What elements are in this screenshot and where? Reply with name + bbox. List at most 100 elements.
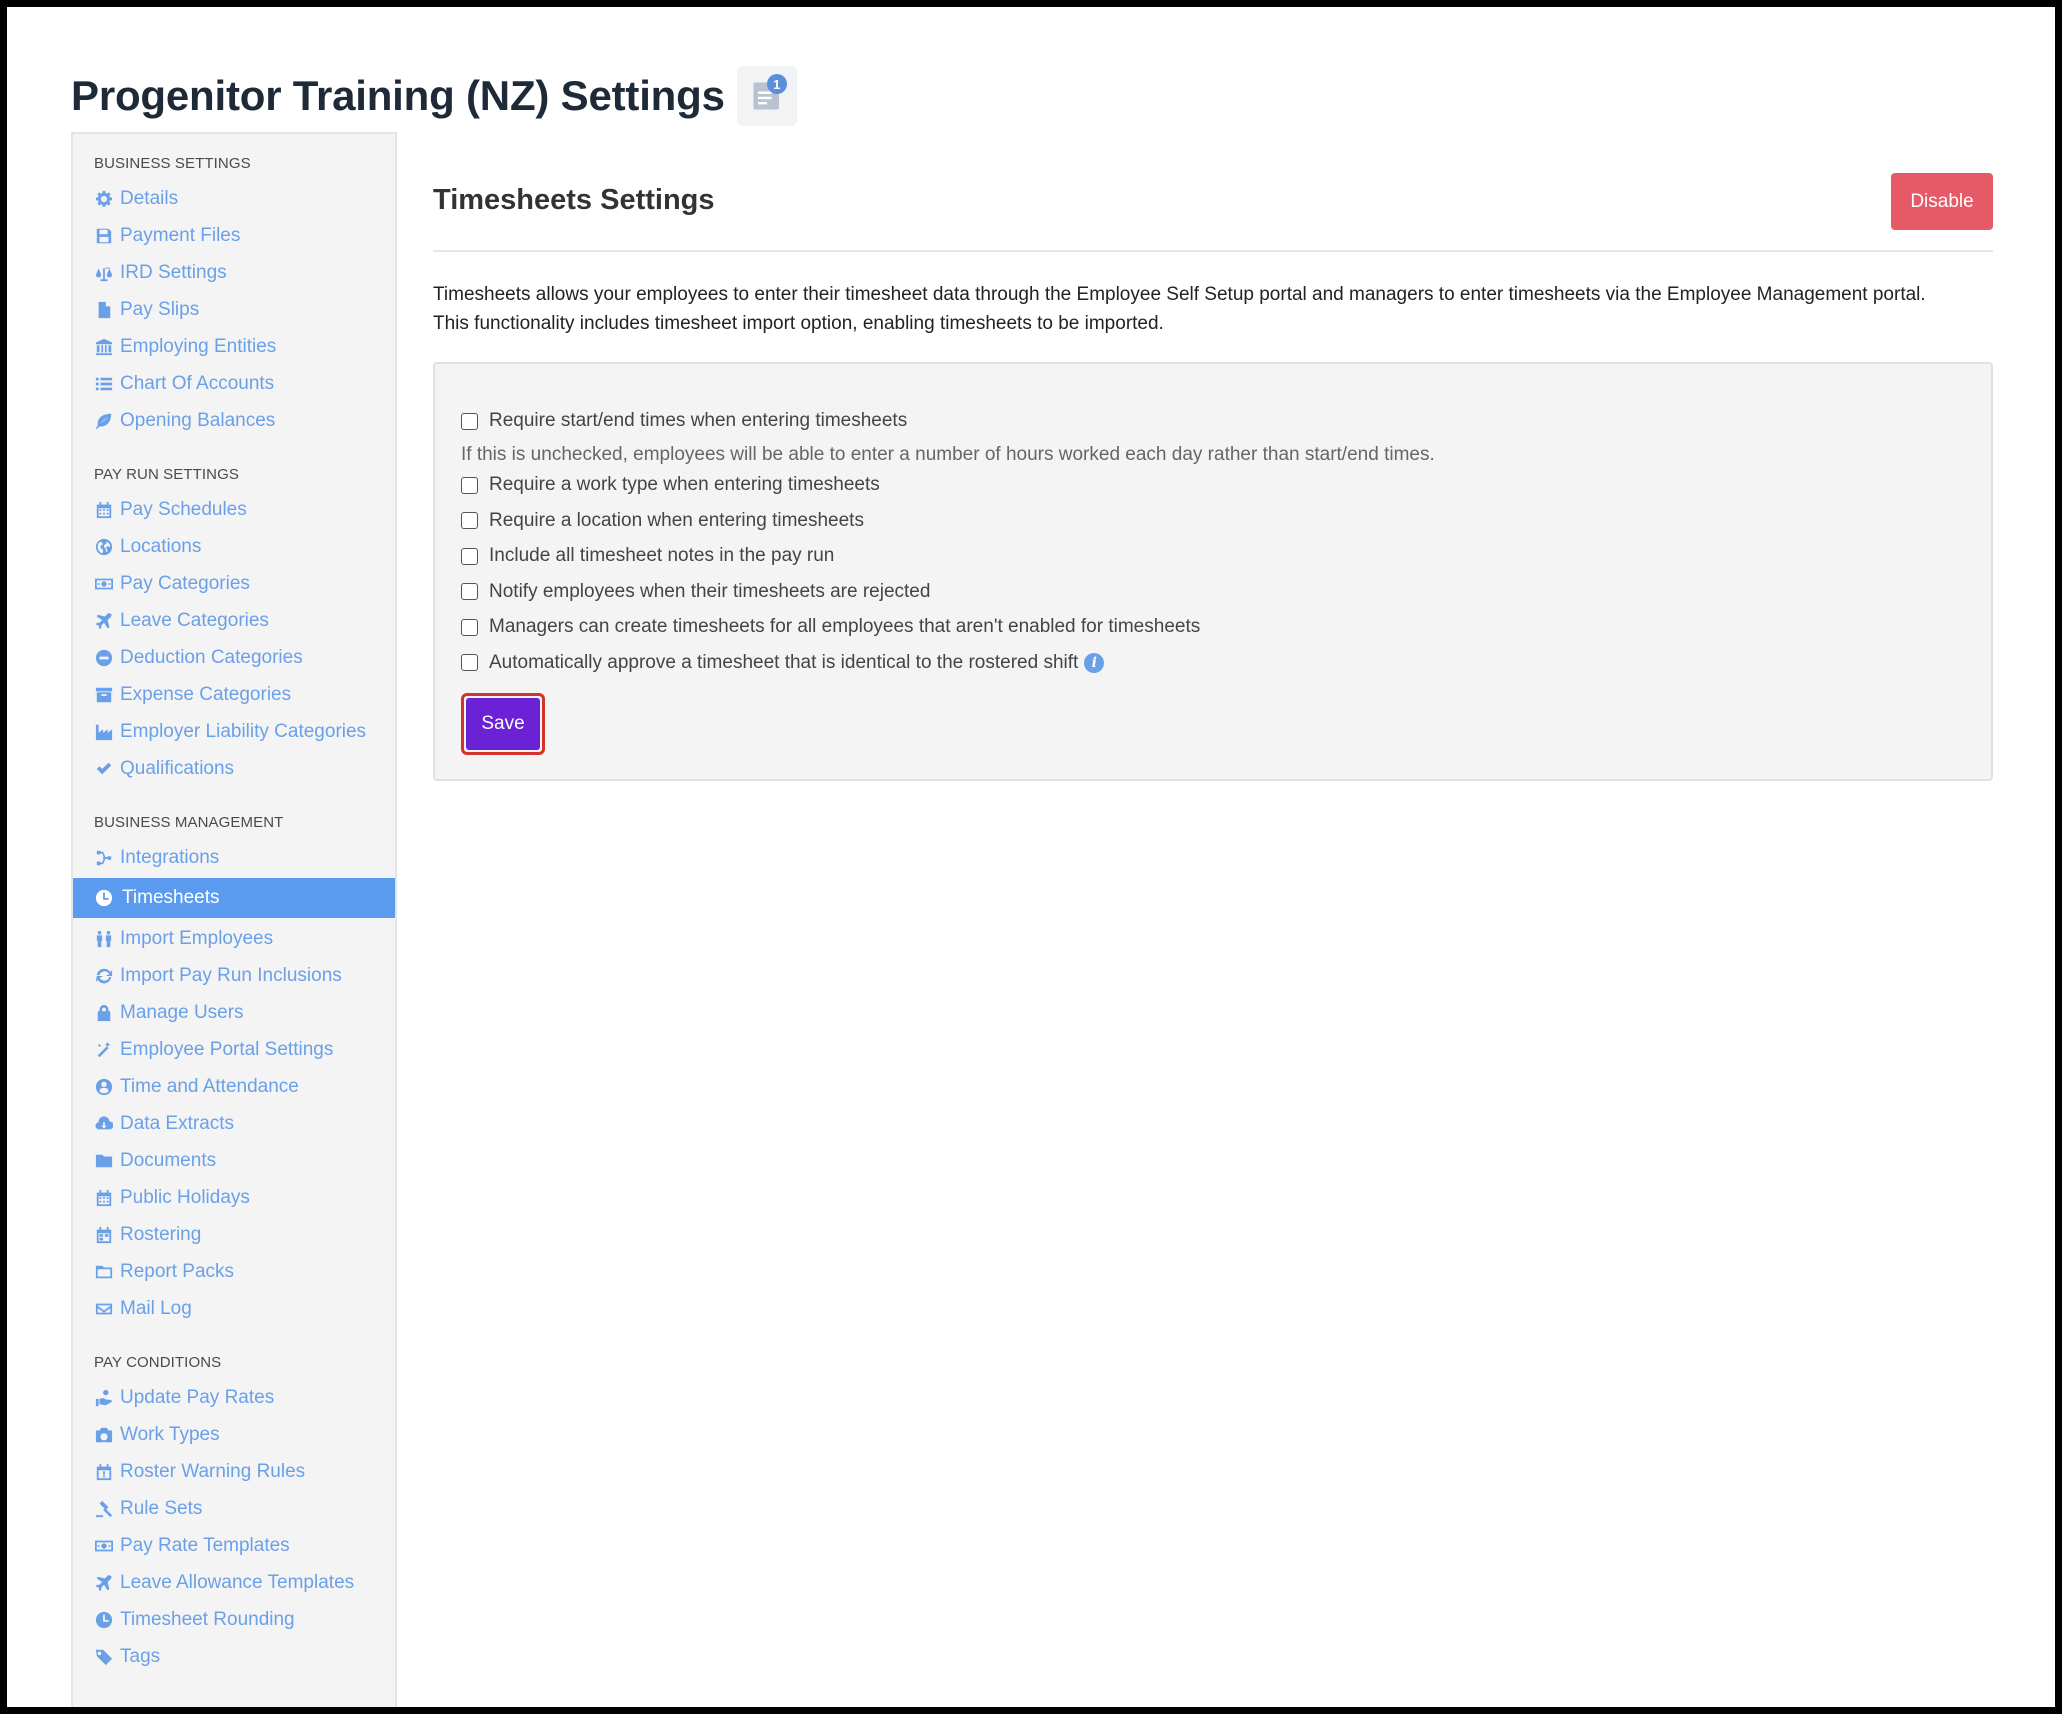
option-require-start-end[interactable]: Require start/end times when entering ti…	[461, 406, 1965, 436]
sidebar-item-manage-users[interactable]: Manage Users	[73, 994, 395, 1031]
sidebar-item-employer-liability-categories[interactable]: Employer Liability Categories	[73, 713, 395, 750]
save-highlight: Save	[461, 692, 545, 755]
scale-icon	[94, 263, 114, 283]
sidebar-item-label: Pay Slips	[120, 298, 200, 320]
sidebar-item-leave-categories[interactable]: Leave Categories	[73, 602, 395, 639]
checkbox[interactable]	[461, 412, 478, 430]
disable-button[interactable]: Disable	[1891, 173, 1993, 230]
sidebar-item-label: Roster Warning Rules	[120, 1460, 306, 1482]
checkbox[interactable]	[461, 583, 478, 600]
sidebar-item-roster-warning-rules[interactable]: Roster Warning Rules	[73, 1453, 395, 1490]
page-header: Progenitor Training (NZ) Settings 1	[71, 65, 797, 127]
sidebar-item-leave-allowance-templates[interactable]: Leave Allowance Templates	[73, 1564, 395, 1601]
plane-icon	[94, 1573, 114, 1593]
plane-icon	[94, 611, 114, 631]
sidebar-item-integrations[interactable]: Integrations	[73, 839, 395, 876]
sidebar-item-label: Time and Attendance	[120, 1075, 299, 1097]
sidebar-item-label: Employing Entities	[120, 335, 277, 357]
checkbox[interactable]	[461, 476, 478, 494]
settings-sidebar: Business Settings Details Payment Files IRD…	[71, 132, 397, 1707]
sidebar-item-label: Rule Sets	[120, 1497, 203, 1519]
calendar-alert-icon	[94, 1462, 114, 1482]
envelope-icon	[94, 1299, 114, 1319]
refresh-icon	[94, 966, 114, 986]
sidebar-item-timesheet-rounding[interactable]: Timesheet Rounding	[73, 1601, 395, 1638]
save-icon	[94, 226, 114, 246]
sidebar-item-pay-schedules[interactable]: Pay Schedules	[73, 491, 395, 528]
sidebar-item-mail-log[interactable]: Mail Log	[73, 1290, 395, 1327]
sidebar-item-label: Employer Liability Categories	[120, 720, 367, 742]
sidebar-item-label: Work Types	[120, 1423, 220, 1445]
option-managers-create[interactable]: Managers can create timesheets for all e…	[461, 612, 1965, 642]
sidebar-item-public-holidays[interactable]: Public Holidays	[73, 1179, 395, 1216]
folder-icon	[94, 1151, 114, 1171]
sidebar-section-heading: Pay Run Settings	[94, 466, 239, 483]
sidebar-item-ird-settings[interactable]: IRD Settings	[73, 254, 395, 291]
bank-icon	[94, 337, 114, 357]
sidebar-item-employing-entities[interactable]: Employing Entities	[73, 328, 395, 365]
option-include-notes[interactable]: Include all timesheet notes in the pay r…	[461, 541, 1965, 571]
sidebar-item-pay-rate-templates[interactable]: Pay Rate Templates	[73, 1527, 395, 1564]
info-icon[interactable]: i	[1084, 652, 1105, 673]
sidebar-item-pay-slips[interactable]: Pay Slips	[73, 291, 395, 328]
checkbox[interactable]	[461, 512, 478, 529]
sidebar-item-data-extracts[interactable]: Data Extracts	[73, 1105, 395, 1142]
sidebar-item-work-types[interactable]: Work Types	[73, 1416, 395, 1453]
option-label: Require a location when entering timeshe…	[489, 509, 864, 531]
calendar-grid-icon	[94, 1225, 114, 1245]
description: Timesheets allows your employees to ente…	[433, 280, 1993, 338]
sidebar-item-label: Leave Allowance Templates	[120, 1571, 355, 1593]
save-button[interactable]: Save	[466, 697, 540, 750]
sidebar-item-import-pay-run-inclusions[interactable]: Import Pay Run Inclusions	[73, 957, 395, 994]
checkbox[interactable]	[461, 654, 478, 671]
sidebar-item-deduction-categories[interactable]: Deduction Categories	[73, 639, 395, 676]
sidebar-section-heading: Business Management	[94, 814, 284, 831]
page-title: Progenitor Training (NZ) Settings	[71, 72, 725, 119]
sidebar-item-qualifications[interactable]: Qualifications	[73, 750, 395, 787]
file-icon	[94, 300, 114, 320]
description-line-1: Timesheets allows your employees to ente…	[433, 284, 1926, 305]
sidebar-item-label: Payment Files	[120, 224, 241, 246]
sidebar-item-payment-files[interactable]: Payment Files	[73, 217, 395, 254]
notes-button[interactable]: 1	[736, 66, 797, 126]
sidebar-item-expense-categories[interactable]: Expense Categories	[73, 676, 395, 713]
sidebar-item-label: IRD Settings	[120, 261, 227, 283]
sidebar-item-opening-balances[interactable]: Opening Balances	[73, 402, 395, 439]
sidebar-item-chart-of-accounts[interactable]: Chart Of Accounts	[73, 365, 395, 402]
sidebar-item-locations[interactable]: Locations	[73, 528, 395, 565]
option-auto-approve[interactable]: Automatically approve a timesheet that i…	[461, 648, 1965, 678]
checkbox[interactable]	[461, 618, 478, 636]
sidebar-item-import-employees[interactable]: Import Employees	[73, 920, 395, 957]
sidebar-item-time-and-attendance[interactable]: Time and Attendance	[73, 1068, 395, 1105]
sidebar-item-pay-categories[interactable]: Pay Categories	[73, 565, 395, 602]
sidebar-item-employee-portal-settings[interactable]: Employee Portal Settings	[73, 1031, 395, 1068]
sidebar-item-report-packs[interactable]: Report Packs	[73, 1253, 395, 1290]
sidebar-item-label: Import Employees	[120, 927, 274, 949]
option-label: Include all timesheet notes in the pay r…	[489, 545, 835, 566]
sidebar-item-label: Pay Schedules	[120, 498, 247, 520]
sidebar-item-label: Chart Of Accounts	[120, 372, 275, 394]
notes-count-badge: 1	[766, 74, 787, 94]
gear-icon	[94, 189, 114, 209]
sidebar-item-label: Locations	[120, 535, 202, 557]
sidebar-item-rule-sets[interactable]: Rule Sets	[73, 1490, 395, 1527]
sidebar-item-timesheets[interactable]: Timesheets	[73, 878, 395, 918]
sidebar-item-label: Tags	[120, 1645, 161, 1667]
list-icon	[94, 374, 114, 394]
sidebar-item-update-pay-rates[interactable]: Update Pay Rates	[73, 1379, 395, 1416]
sidebar-item-label: Timesheets	[122, 887, 220, 908]
option-label: Require start/end times when entering ti…	[489, 410, 908, 431]
sidebar-item-label: Details	[120, 187, 179, 209]
option-notify-rejected[interactable]: Notify employees when their timesheets a…	[461, 577, 1965, 607]
sidebar-item-details[interactable]: Details	[73, 180, 395, 217]
sidebar-item-tags[interactable]: Tags	[73, 1638, 395, 1675]
lock-icon	[94, 1003, 114, 1023]
sidebar-item-documents[interactable]: Documents	[73, 1142, 395, 1179]
option-require-work-type[interactable]: Require a work type when entering timesh…	[461, 470, 1965, 500]
checkbox[interactable]	[461, 547, 478, 565]
option-require-location[interactable]: Require a location when entering timeshe…	[461, 506, 1965, 536]
sidebar-item-rostering[interactable]: Rostering	[73, 1216, 395, 1253]
